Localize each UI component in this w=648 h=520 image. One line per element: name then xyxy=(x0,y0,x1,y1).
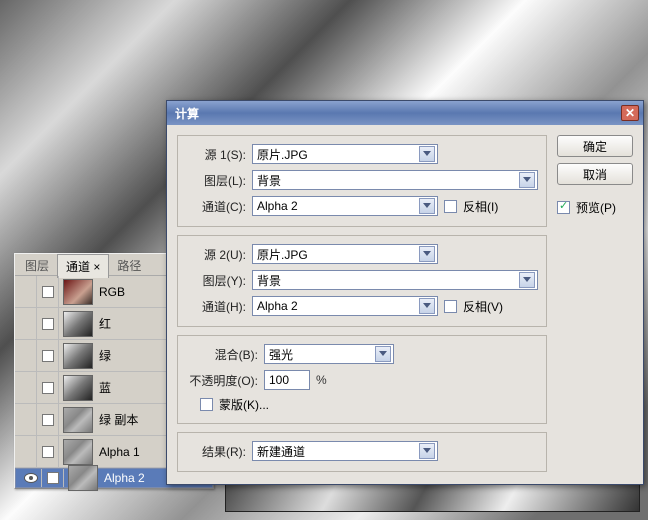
channel-thumbnail xyxy=(63,343,93,369)
dialog-titlebar[interactable]: 计算 ✕ xyxy=(167,101,643,125)
dialog-form: 源 1(S): 原片.JPG 图层(L): 背景 通道(C): xyxy=(177,135,547,472)
blend-group: 混合(B): 强光 不透明度(O): 100 % 蒙版(K)... xyxy=(177,335,547,424)
source1-value: 原片.JPG xyxy=(257,146,308,163)
dialog-title: 计算 xyxy=(171,105,199,122)
dialog-buttons: 确定 取消 预览(P) xyxy=(557,135,633,472)
visibility-toggle[interactable] xyxy=(15,340,37,371)
mask-checkbox[interactable] xyxy=(200,398,213,411)
visibility-toggle[interactable] xyxy=(20,469,42,487)
source1-layer-select[interactable]: 背景 xyxy=(252,170,538,190)
channel-name: Alpha 2 xyxy=(102,471,172,485)
source1-channel-select[interactable]: Alpha 2 xyxy=(252,196,438,216)
selection-indicator xyxy=(37,308,59,339)
blend-label: 混合(B): xyxy=(186,346,258,363)
channel-thumbnail xyxy=(63,311,93,337)
source1-label: 源 1(S): xyxy=(186,146,246,163)
visibility-toggle[interactable] xyxy=(15,436,37,467)
channel-thumbnail xyxy=(63,279,93,305)
source1-layer-value: 背景 xyxy=(257,172,281,189)
visibility-toggle[interactable] xyxy=(15,372,37,403)
tab-paths[interactable]: 路径 xyxy=(109,254,149,277)
channel-thumbnail xyxy=(63,439,93,465)
blend-value: 强光 xyxy=(269,346,293,363)
source1-channel-label: 通道(C): xyxy=(186,198,246,215)
source1-invert-label: 反相(I) xyxy=(463,198,498,215)
close-icon[interactable]: ✕ xyxy=(621,105,639,121)
selection-indicator xyxy=(37,436,59,467)
source2-channel-value: Alpha 2 xyxy=(257,299,298,313)
result-value: 新建通道 xyxy=(257,443,305,460)
opacity-value: 100 xyxy=(269,373,289,387)
chevron-down-icon xyxy=(419,298,435,314)
channel-thumbnail xyxy=(63,375,93,401)
selection-indicator xyxy=(42,469,64,487)
result-label: 结果(R): xyxy=(186,443,246,460)
source1-invert-checkbox[interactable] xyxy=(444,200,457,213)
source2-layer-label: 图层(Y): xyxy=(186,272,246,289)
visibility-toggle[interactable] xyxy=(15,404,37,435)
source2-layer-value: 背景 xyxy=(257,272,281,289)
source1-select[interactable]: 原片.JPG xyxy=(252,144,438,164)
chevron-down-icon xyxy=(419,198,435,214)
eye-icon xyxy=(24,473,38,483)
result-select[interactable]: 新建通道 xyxy=(252,441,438,461)
tab-channels[interactable]: 通道 × xyxy=(57,254,109,278)
blend-select[interactable]: 强光 xyxy=(264,344,394,364)
selection-indicator xyxy=(37,276,59,307)
chevron-down-icon xyxy=(519,272,535,288)
source1-group: 源 1(S): 原片.JPG 图层(L): 背景 通道(C): xyxy=(177,135,547,227)
opacity-input[interactable]: 100 xyxy=(264,370,310,390)
channel-name: Alpha 1 xyxy=(97,445,175,459)
cancel-button[interactable]: 取消 xyxy=(557,163,633,185)
source2-invert-label: 反相(V) xyxy=(463,298,503,315)
selection-indicator xyxy=(37,340,59,371)
chevron-down-icon xyxy=(419,146,435,162)
source2-channel-select[interactable]: Alpha 2 xyxy=(252,296,438,316)
mask-label: 蒙版(K)... xyxy=(219,396,269,413)
channel-thumbnail xyxy=(68,465,98,491)
source2-channel-label: 通道(H): xyxy=(186,298,246,315)
preview-checkbox[interactable] xyxy=(557,201,570,214)
opacity-unit: % xyxy=(316,373,327,387)
opacity-label: 不透明度(O): xyxy=(186,372,258,389)
source2-invert-checkbox[interactable] xyxy=(444,300,457,313)
selection-indicator xyxy=(37,404,59,435)
source2-select[interactable]: 原片.JPG xyxy=(252,244,438,264)
source2-value: 原片.JPG xyxy=(257,246,308,263)
result-group: 结果(R): 新建通道 xyxy=(177,432,547,472)
channel-thumbnail xyxy=(63,407,93,433)
chevron-down-icon xyxy=(519,172,535,188)
chevron-down-icon xyxy=(419,246,435,262)
chevron-down-icon xyxy=(375,346,391,362)
source2-label: 源 2(U): xyxy=(186,246,246,263)
source1-channel-value: Alpha 2 xyxy=(257,199,298,213)
visibility-toggle[interactable] xyxy=(15,276,37,307)
source1-layer-label: 图层(L): xyxy=(186,172,246,189)
visibility-toggle[interactable] xyxy=(15,308,37,339)
tab-layers[interactable]: 图层 xyxy=(17,254,57,277)
selection-indicator xyxy=(37,372,59,403)
calculations-dialog: 计算 ✕ 源 1(S): 原片.JPG 图层(L): 背景 xyxy=(166,100,644,485)
source2-group: 源 2(U): 原片.JPG 图层(Y): 背景 通道(H): xyxy=(177,235,547,327)
source2-layer-select[interactable]: 背景 xyxy=(252,270,538,290)
ok-button[interactable]: 确定 xyxy=(557,135,633,157)
chevron-down-icon xyxy=(419,443,435,459)
preview-label: 预览(P) xyxy=(576,199,616,216)
